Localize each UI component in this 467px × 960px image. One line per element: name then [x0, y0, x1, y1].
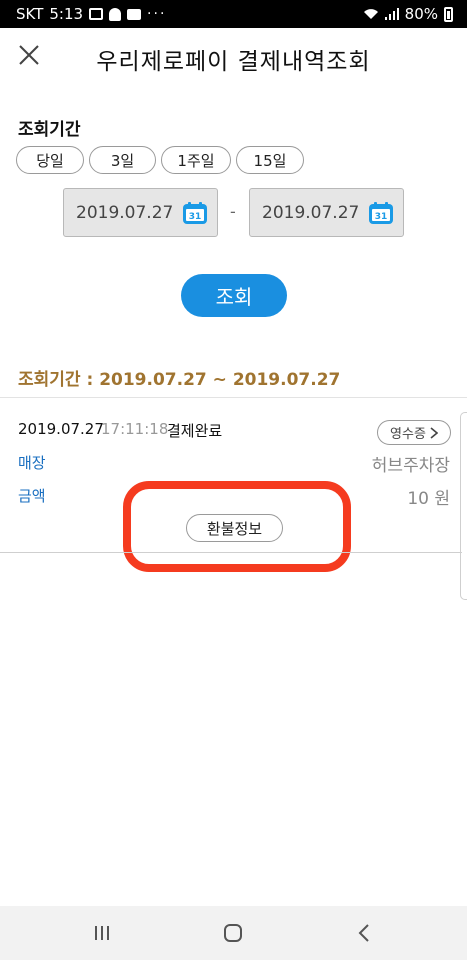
period-chips: 당일 3일 1주일 15일 — [16, 146, 304, 174]
bell-icon — [109, 7, 122, 21]
receipt-button[interactable]: 영수증 — [377, 420, 451, 445]
transaction-date: 2019.07.27 — [18, 420, 104, 438]
status-bar: SKT 5:13 ··· 80% — [0, 0, 467, 28]
end-date-value: 2019.07.27 — [262, 203, 360, 223]
overflow-dots: ··· — [147, 6, 167, 22]
chevron-right-icon — [430, 426, 438, 439]
home-icon[interactable] — [224, 924, 242, 942]
store-label: 매장 — [18, 454, 46, 472]
battery-icon — [444, 6, 453, 22]
chip-15days[interactable]: 15일 — [236, 146, 304, 174]
search-button[interactable]: 조회 — [181, 274, 287, 317]
chip-today[interactable]: 당일 — [16, 146, 84, 174]
result-period: 조회기간 : 2019.07.27 ~ 2019.07.27 — [18, 370, 341, 390]
calendar-icon[interactable]: 31 — [183, 202, 207, 224]
divider — [0, 552, 462, 553]
transaction-status: 결제완료 — [167, 422, 223, 440]
chip-1week[interactable]: 1주일 — [161, 146, 231, 174]
status-bar-left: SKT 5:13 ··· — [16, 5, 166, 23]
back-icon[interactable] — [356, 922, 372, 944]
signal-icon — [384, 8, 399, 20]
header: 우리제로페이 결제내역조회 — [0, 28, 467, 88]
side-panel-handle[interactable] — [460, 412, 467, 600]
message-icon — [127, 8, 142, 20]
image-icon — [89, 8, 104, 20]
battery-percent: 80% — [404, 5, 438, 23]
start-date-field[interactable]: 2019.07.27 31 — [63, 188, 218, 237]
transaction-time: 17:11:18 — [101, 420, 169, 438]
calendar-day-text: 31 — [189, 212, 202, 222]
start-date-value: 2019.07.27 — [76, 203, 174, 223]
chip-3days[interactable]: 3일 — [89, 146, 156, 174]
amount-label: 금액 — [18, 487, 46, 505]
carrier: SKT — [16, 5, 44, 23]
end-date-field[interactable]: 2019.07.27 31 — [249, 188, 404, 237]
highlight-annotation — [123, 481, 351, 572]
page-title: 우리제로페이 결제내역조회 — [96, 49, 371, 75]
navigation-bar — [0, 906, 467, 960]
status-time: 5:13 — [49, 5, 84, 23]
recent-apps-icon[interactable] — [92, 925, 112, 941]
period-label: 조회기간 — [18, 120, 81, 140]
store-value: 허브주차장 — [371, 456, 450, 476]
status-bar-right: 80% — [363, 5, 453, 23]
calendar-day-text: 31 — [375, 212, 388, 222]
amount-value: 10 원 — [407, 489, 450, 509]
wifi-icon — [363, 9, 378, 19]
date-separator: - — [230, 202, 236, 221]
calendar-icon[interactable]: 31 — [369, 202, 393, 224]
receipt-label: 영수증 — [390, 427, 426, 442]
